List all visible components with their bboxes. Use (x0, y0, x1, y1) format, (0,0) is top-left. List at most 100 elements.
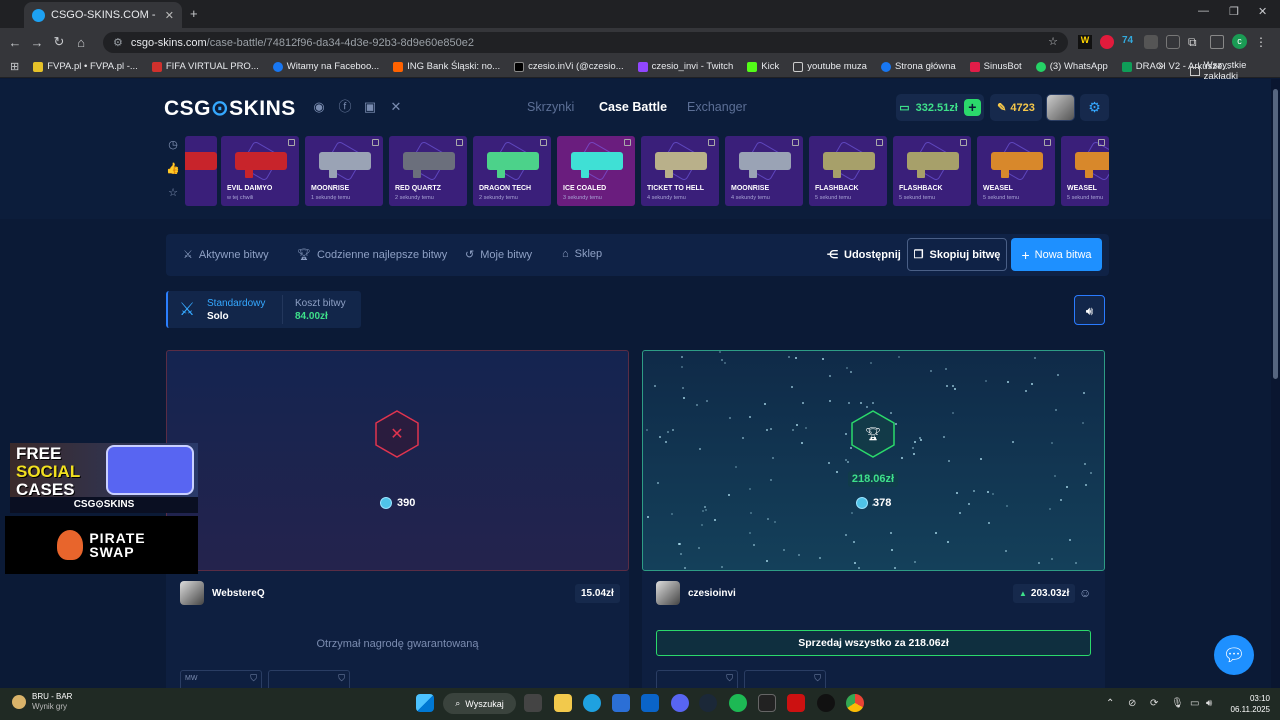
bookmark-item[interactable]: youtube muza (793, 61, 867, 72)
scrollbar-thumb[interactable] (1273, 89, 1278, 379)
new-tab-icon[interactable]: + (190, 6, 198, 21)
live-drop-item[interactable]: TICKET TO HELL 4 sekundy temu (641, 136, 719, 206)
new-battle-button[interactable]: + Nowa bitwa (1011, 238, 1102, 271)
right-player-name[interactable]: czesioinvi (688, 588, 736, 599)
user-avatar[interactable] (1046, 94, 1075, 121)
deposit-button[interactable]: + (963, 99, 981, 116)
file-explorer-icon[interactable] (554, 694, 572, 712)
bookmark-star-icon[interactable]: ☆ (1048, 35, 1058, 48)
window-close-icon[interactable]: ✕ (1258, 5, 1267, 18)
tiktok-live-icon[interactable] (787, 694, 805, 712)
balance-display[interactable]: ▭ 332.51zł + (896, 94, 984, 121)
terminal-icon[interactable] (758, 694, 776, 712)
chrome-icon[interactable] (846, 694, 864, 712)
copy-battle-button[interactable]: ❐ Skopiuj bitwę (907, 238, 1007, 271)
emoji-icon[interactable]: ☺ (1079, 586, 1091, 600)
discord-icon[interactable]: ◉ (312, 100, 326, 114)
microphone-icon[interactable]: 🎙︎ (1171, 698, 1184, 709)
discord-app-icon[interactable] (671, 694, 689, 712)
minimize-icon[interactable]: — (1198, 5, 1209, 17)
right-player-avatar[interactable] (656, 581, 680, 605)
browser-tab[interactable]: CSGO-SKINS.COM - Najlepsze ✕ (24, 2, 182, 28)
bookmark-item[interactable]: czesio.inVi (@czesio... (514, 61, 624, 72)
bookmark-item[interactable]: (3) WhatsApp (1035, 61, 1108, 72)
live-drop-item[interactable]: MOONRISE 4 sekundy temu (725, 136, 803, 206)
extension-outline-icon[interactable] (1166, 34, 1180, 49)
obs-icon[interactable] (817, 694, 835, 712)
points-display[interactable]: ✎ 4723 (990, 94, 1042, 121)
close-tab-icon[interactable]: ✕ (165, 9, 174, 22)
nav-cases[interactable]: Skrzynki (527, 100, 574, 114)
monitor-icon[interactable]: ▭ (1190, 698, 1199, 709)
thumbs-up-icon[interactable]: 👍 (166, 162, 180, 186)
weather-widget[interactable]: BRU - BAR Wynik gry (12, 692, 72, 712)
nav-exchanger[interactable]: Exchanger (687, 100, 747, 114)
settings-gear-icon[interactable]: ⚙ (1080, 94, 1109, 121)
bookmark-item[interactable]: Witamy na Faceboo... (272, 61, 379, 72)
star-icon[interactable]: ☆ (166, 186, 180, 210)
sell-all-button[interactable]: Sprzedaj wszystko za 218.06zł (656, 630, 1091, 656)
tray-sync-icon[interactable]: ⟳ (1150, 698, 1158, 709)
bookmark-item[interactable]: Strona główna (880, 61, 956, 72)
live-drop-item[interactable]: RED QUARTZ 2 sekundy temu (389, 136, 467, 206)
clock-icon[interactable]: ◷ (166, 138, 180, 162)
reload-icon[interactable]: ↻ (48, 34, 70, 50)
site-info-icon[interactable]: ⚙ (113, 36, 123, 49)
daily-best-battles-tab[interactable]: 🏆︎ Codzienne najlepsze bitwy (297, 248, 447, 262)
extension-red-icon[interactable] (1100, 34, 1114, 49)
live-drop-item[interactable]: FLASHBACK 5 sekund temu (893, 136, 971, 206)
extension-w-icon[interactable]: W (1078, 34, 1092, 49)
profile-icon[interactable]: c (1232, 34, 1247, 49)
bookmark-item[interactable]: ING Bank Śląski: no... (393, 61, 500, 72)
live-drop-item[interactable]: EVIL DAIMYO w tej chwili (221, 136, 299, 206)
x-twitter-icon[interactable]: ✕ (389, 100, 403, 114)
shop-tab[interactable]: ⌂ Sklep (562, 248, 602, 260)
live-drop-item[interactable]: WEASEL 5 sekund temu (1061, 136, 1109, 206)
maximize-icon[interactable]: ❐ (1229, 5, 1239, 18)
live-drop-partial[interactable] (185, 136, 217, 206)
tray-chevron-icon[interactable]: ⌃ (1106, 698, 1114, 709)
free-social-cases-ad[interactable]: FREE SOCIAL CASES CSG⊙SKINS (10, 443, 198, 513)
live-drop-item[interactable]: FLASHBACK 5 sekund temu (809, 136, 887, 206)
live-drop-item[interactable]: WEASEL 5 sekund temu (977, 136, 1055, 206)
menu-icon[interactable]: ⋮ (1255, 35, 1267, 49)
sidepanel-icon[interactable] (1210, 34, 1224, 49)
forward-icon[interactable]: → (26, 35, 48, 50)
left-player-avatar[interactable] (180, 581, 204, 605)
apps-grid-icon[interactable]: ⊞ (10, 60, 19, 73)
my-battles-tab[interactable]: ↺ Moje bitwy (465, 248, 532, 262)
more-bookmarks-icon[interactable]: » (1158, 60, 1164, 72)
volume-icon[interactable]: 🔊︎ (1206, 698, 1212, 709)
share-button[interactable]: ⋲ Udostępnij (827, 248, 901, 262)
windows-start-icon[interactable] (416, 694, 434, 712)
pirate-swap-ad[interactable]: PIRATE SWAP (5, 516, 198, 574)
live-drop-item[interactable]: ICE COALED 3 sekundy temu (557, 136, 635, 206)
facebook-icon[interactable]: ⓕ (338, 100, 352, 114)
page-scrollbar[interactable] (1271, 79, 1280, 688)
sound-toggle-icon[interactable]: 🔊︎ (1074, 295, 1105, 325)
bookmark-item[interactable]: czesio_invi - Twitch (637, 61, 733, 72)
system-clock[interactable]: 03:10 06.11.2025 (1222, 693, 1270, 715)
address-bar[interactable]: ⚙ csgo-skins.com/case-battle/74812f96-da… (103, 32, 1068, 53)
extension-grey-icon[interactable] (1144, 34, 1158, 49)
task-view-icon[interactable] (524, 694, 542, 712)
edge-icon[interactable] (583, 694, 601, 712)
back-icon[interactable]: ← (4, 35, 26, 50)
extensions-puzzle-icon[interactable]: ⧉ (1188, 35, 1202, 49)
steam-icon[interactable] (699, 694, 717, 712)
tray-app-icon[interactable]: ⊘ (1128, 698, 1136, 709)
active-battles-tab[interactable]: ⚔ Aktywne bitwy (183, 248, 269, 262)
bookmark-item[interactable]: FIFA VIRTUAL PRO... (151, 61, 259, 72)
site-logo[interactable]: CSG⊙SKINS (164, 96, 296, 121)
nav-case-battle[interactable]: Case Battle (599, 100, 667, 114)
home-icon[interactable]: ⌂ (70, 35, 92, 50)
taskbar-search[interactable]: ⌕ Wyszukaj (443, 693, 516, 714)
bookmark-item[interactable]: Kick (747, 61, 779, 72)
live-drop-item[interactable]: MOONRISE 1 sekundę temu (305, 136, 383, 206)
extension-blue-icon[interactable]: 74 (1122, 35, 1136, 49)
spotify-icon[interactable] (729, 694, 747, 712)
live-drop-item[interactable]: DRAGON TECH 2 sekundy temu (473, 136, 551, 206)
left-player-name[interactable]: WebstereQ (212, 588, 265, 599)
outlook-icon[interactable] (641, 694, 659, 712)
chat-bubble-icon[interactable]: 💬︎ (1214, 635, 1254, 675)
